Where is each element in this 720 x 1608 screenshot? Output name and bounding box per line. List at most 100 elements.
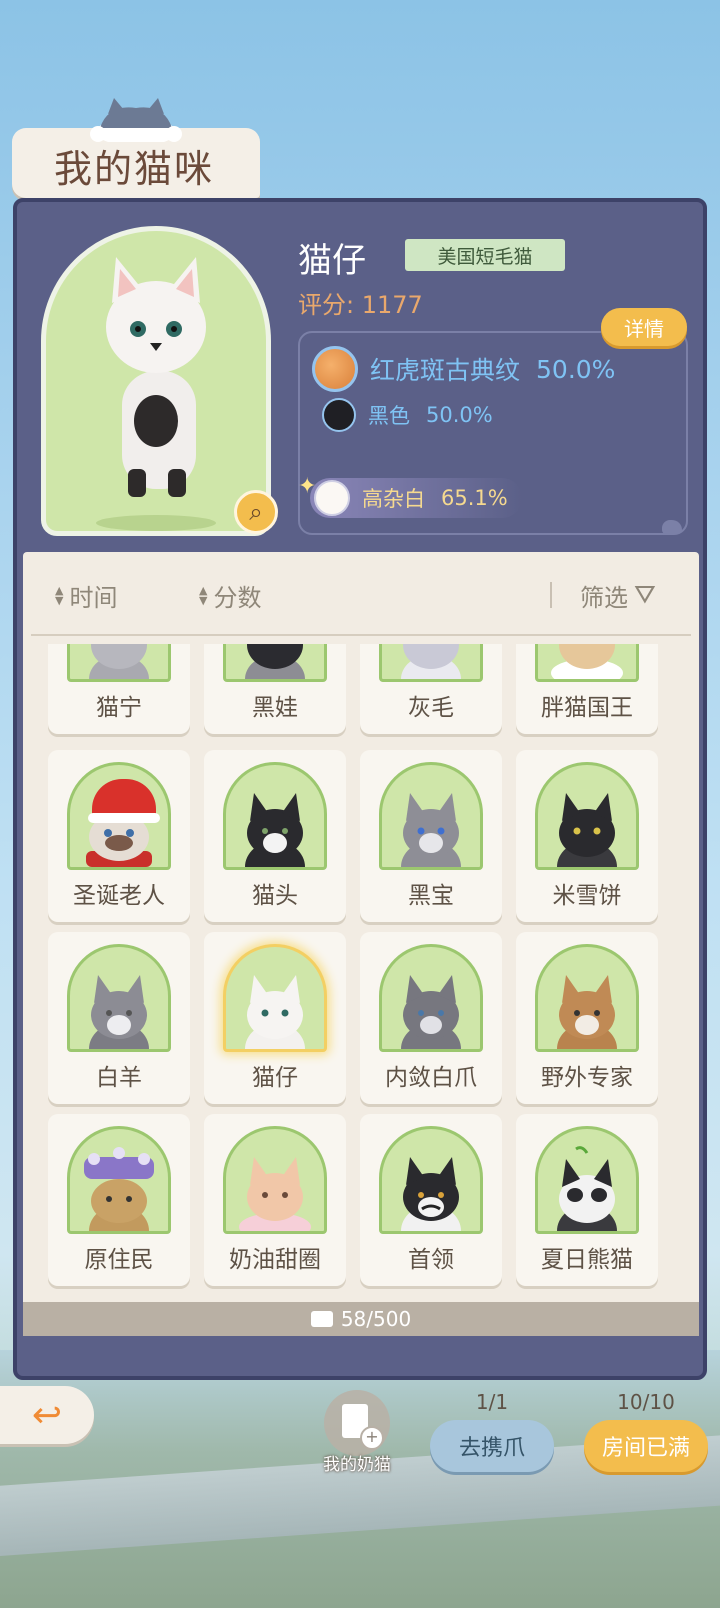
cat-card-name: 圣诞老人 bbox=[73, 883, 165, 909]
gene-white: 高杂白 65.1% bbox=[310, 478, 522, 518]
cat-thumb bbox=[67, 944, 171, 1052]
cat-thumb bbox=[223, 1126, 327, 1234]
cat-thumb bbox=[535, 1126, 639, 1234]
cat-thumb-image bbox=[557, 793, 617, 867]
cat-card-name: 内敛白爪 bbox=[385, 1065, 477, 1091]
cat-card-name: 夏日熊猫 bbox=[541, 1247, 633, 1273]
cat-thumb bbox=[223, 644, 327, 682]
cat-thumb-image bbox=[401, 644, 461, 679]
go-paw-button[interactable]: 去携爪 bbox=[430, 1420, 554, 1472]
go-paw-count: 1/1 bbox=[475, 1390, 509, 1414]
gene-percent: 50.0% bbox=[426, 403, 493, 427]
cat-card[interactable]: 奶油甜圈 bbox=[204, 1114, 346, 1286]
filter-label: 筛选 bbox=[580, 584, 628, 612]
cat-card-name: 野外专家 bbox=[541, 1065, 633, 1091]
cat-thumb bbox=[67, 644, 171, 682]
cat-card-name: 灰毛 bbox=[408, 695, 454, 721]
cat-thumb bbox=[535, 944, 639, 1052]
orange-tabby-swatch-icon bbox=[312, 346, 358, 392]
cat-card[interactable]: 原住民 bbox=[48, 1114, 190, 1286]
cat-thumb-image bbox=[89, 644, 149, 679]
detail-button[interactable]: 详情 bbox=[601, 308, 687, 346]
cat-thumb bbox=[379, 644, 483, 682]
gene-secondary: 黑色 50.0% bbox=[322, 398, 493, 432]
room-full-button[interactable]: 房间已满 bbox=[584, 1420, 708, 1472]
cat-card-name: 黑娃 bbox=[252, 695, 298, 721]
cat-thumb bbox=[379, 1126, 483, 1234]
cat-card[interactable]: 白羊 bbox=[48, 932, 190, 1104]
cat-card[interactable]: 黑宝 bbox=[360, 750, 502, 922]
cat-card-name: 首领 bbox=[408, 1247, 454, 1273]
black-swatch-icon bbox=[322, 398, 356, 432]
sort-time-label: 时间 bbox=[69, 584, 118, 612]
cat-thumb-image bbox=[84, 1147, 154, 1231]
back-button[interactable]: ↩ bbox=[0, 1386, 94, 1444]
cat-name: 猫仔 bbox=[298, 241, 366, 281]
cat-grid: 猫宁 黑娃 灰毛 胖猫国王 圣诞老人 猫头 黑宝 米雪饼 白羊 猫仔 内敛白爪 … bbox=[23, 644, 699, 1324]
box-icon bbox=[310, 1311, 333, 1327]
cat-thumb bbox=[535, 762, 639, 870]
mouse-icon bbox=[662, 520, 682, 534]
breed-tag: 美国短毛猫 bbox=[405, 239, 565, 271]
sort-arrows-icon: ▲ ▼ bbox=[55, 583, 64, 607]
cat-card[interactable]: 野外专家 bbox=[516, 932, 658, 1104]
filter-button[interactable]: 筛选 ⛛ bbox=[580, 578, 656, 613]
cat-card-name: 猫头 bbox=[252, 883, 298, 909]
cat-thumb bbox=[67, 762, 171, 870]
cat-card[interactable]: 黑娃 bbox=[204, 644, 346, 734]
cat-portrait-image bbox=[96, 257, 216, 531]
cat-card[interactable]: 猫头 bbox=[204, 750, 346, 922]
sort-bar: ▲ ▼ 时间 ▲ ▼ 分数 筛选 ⛛ bbox=[23, 552, 699, 636]
page-title: 我的猫咪 bbox=[54, 147, 215, 191]
cat-score: 评分: 1177 bbox=[298, 291, 423, 319]
cat-card[interactable]: 首领 bbox=[360, 1114, 502, 1286]
room-count: 10/10 bbox=[617, 1390, 675, 1414]
capacity-text: 58/500 bbox=[340, 1307, 412, 1331]
cat-thumb-image bbox=[557, 1146, 617, 1231]
sort-by-score[interactable]: ▲ ▼ 分数 bbox=[199, 578, 261, 613]
cat-card-name: 胖猫国王 bbox=[541, 695, 633, 721]
zoom-magnifier-icon[interactable]: ⌕ bbox=[234, 490, 278, 534]
cat-card-name: 猫仔 bbox=[252, 1065, 298, 1091]
filter-funnel-icon: ⛛ bbox=[634, 580, 656, 610]
cat-card[interactable]: 猫宁 bbox=[48, 644, 190, 734]
sort-arrows-icon: ▲ ▼ bbox=[199, 583, 208, 607]
cat-thumb bbox=[223, 944, 327, 1052]
capacity-bar: 58/500 bbox=[23, 1302, 699, 1336]
cat-thumb bbox=[67, 1126, 171, 1234]
cat-card-name: 猫宁 bbox=[96, 695, 142, 721]
cat-thumb bbox=[223, 762, 327, 870]
plus-icon: + bbox=[360, 1426, 384, 1450]
my-milk-cat-button[interactable]: + 我的奶猫 bbox=[314, 1390, 400, 1476]
cat-thumb-image bbox=[245, 975, 305, 1049]
sort-by-time[interactable]: ▲ ▼ 时间 bbox=[55, 578, 117, 613]
white-swatch-icon bbox=[314, 480, 350, 516]
cat-card-name: 米雪饼 bbox=[552, 883, 622, 909]
cat-thumb-image bbox=[245, 644, 305, 679]
cat-card[interactable]: 夏日熊猫 bbox=[516, 1114, 658, 1286]
cat-card-name: 黑宝 bbox=[408, 883, 454, 909]
gene-name: 红虎斑古典纹 bbox=[370, 356, 521, 385]
cat-thumb-image bbox=[557, 975, 617, 1049]
cat-card[interactable]: 内敛白爪 bbox=[360, 932, 502, 1104]
cat-card[interactable]: 灰毛 bbox=[360, 644, 502, 734]
gene-percent: 50.0% bbox=[536, 354, 616, 384]
cat-card[interactable]: 圣诞老人 bbox=[48, 750, 190, 922]
cat-card[interactable]: 米雪饼 bbox=[516, 750, 658, 922]
cat-card-selected[interactable]: 猫仔 bbox=[204, 932, 346, 1104]
cat-thumb-image bbox=[551, 644, 623, 679]
cat-thumb-image bbox=[245, 793, 305, 867]
cat-portrait[interactable] bbox=[41, 226, 271, 536]
back-arrow-icon: ↩ bbox=[31, 1394, 63, 1436]
gene-name: 黑色 bbox=[368, 404, 410, 428]
sort-score-label: 分数 bbox=[213, 584, 262, 612]
cat-list-area: ▲ ▼ 时间 ▲ ▼ 分数 筛选 ⛛ 猫宁 黑娃 灰毛 胖猫国王 圣诞老人 猫头 黑… bbox=[23, 552, 699, 1336]
cat-thumb-image bbox=[401, 793, 461, 867]
title-cat-decoration bbox=[90, 98, 182, 142]
sort-divider-line bbox=[31, 634, 691, 636]
cat-card[interactable]: 胖猫国王 bbox=[516, 644, 658, 734]
gene-percent: 65.1% bbox=[441, 486, 508, 510]
cat-card-name: 原住民 bbox=[84, 1247, 154, 1273]
cat-thumb bbox=[535, 644, 639, 682]
gene-name: 高杂白 bbox=[362, 487, 425, 511]
